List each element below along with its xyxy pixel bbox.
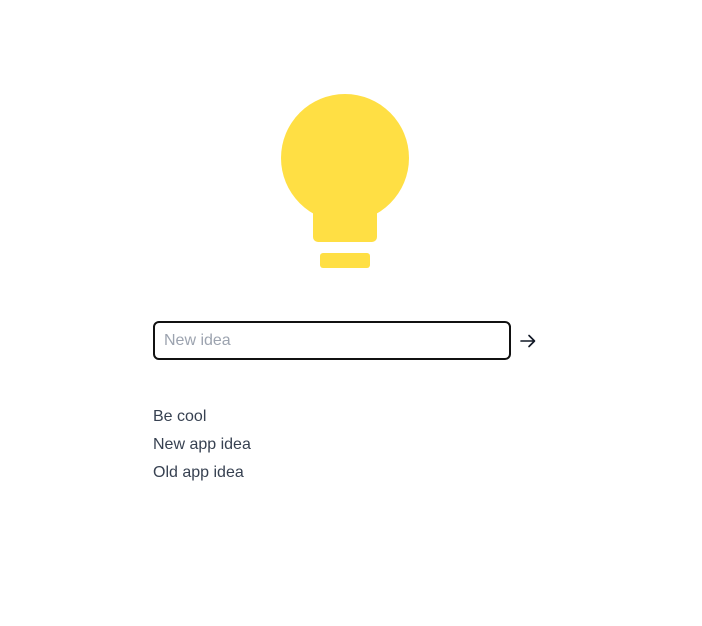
idea-list: Be cool New app idea Old app idea: [153, 403, 251, 487]
new-idea-form: [153, 321, 543, 361]
lightbulb-icon: [281, 94, 409, 268]
idea-list-item[interactable]: Old app idea: [153, 459, 251, 487]
idea-list-item[interactable]: New app idea: [153, 431, 251, 459]
bulb-base: [320, 253, 370, 268]
bulb-neck: [313, 196, 377, 242]
idea-list-item[interactable]: Be cool: [153, 403, 251, 431]
submit-idea-button[interactable]: [517, 330, 539, 352]
new-idea-input[interactable]: [153, 321, 511, 360]
arrow-right-icon: [520, 334, 536, 348]
